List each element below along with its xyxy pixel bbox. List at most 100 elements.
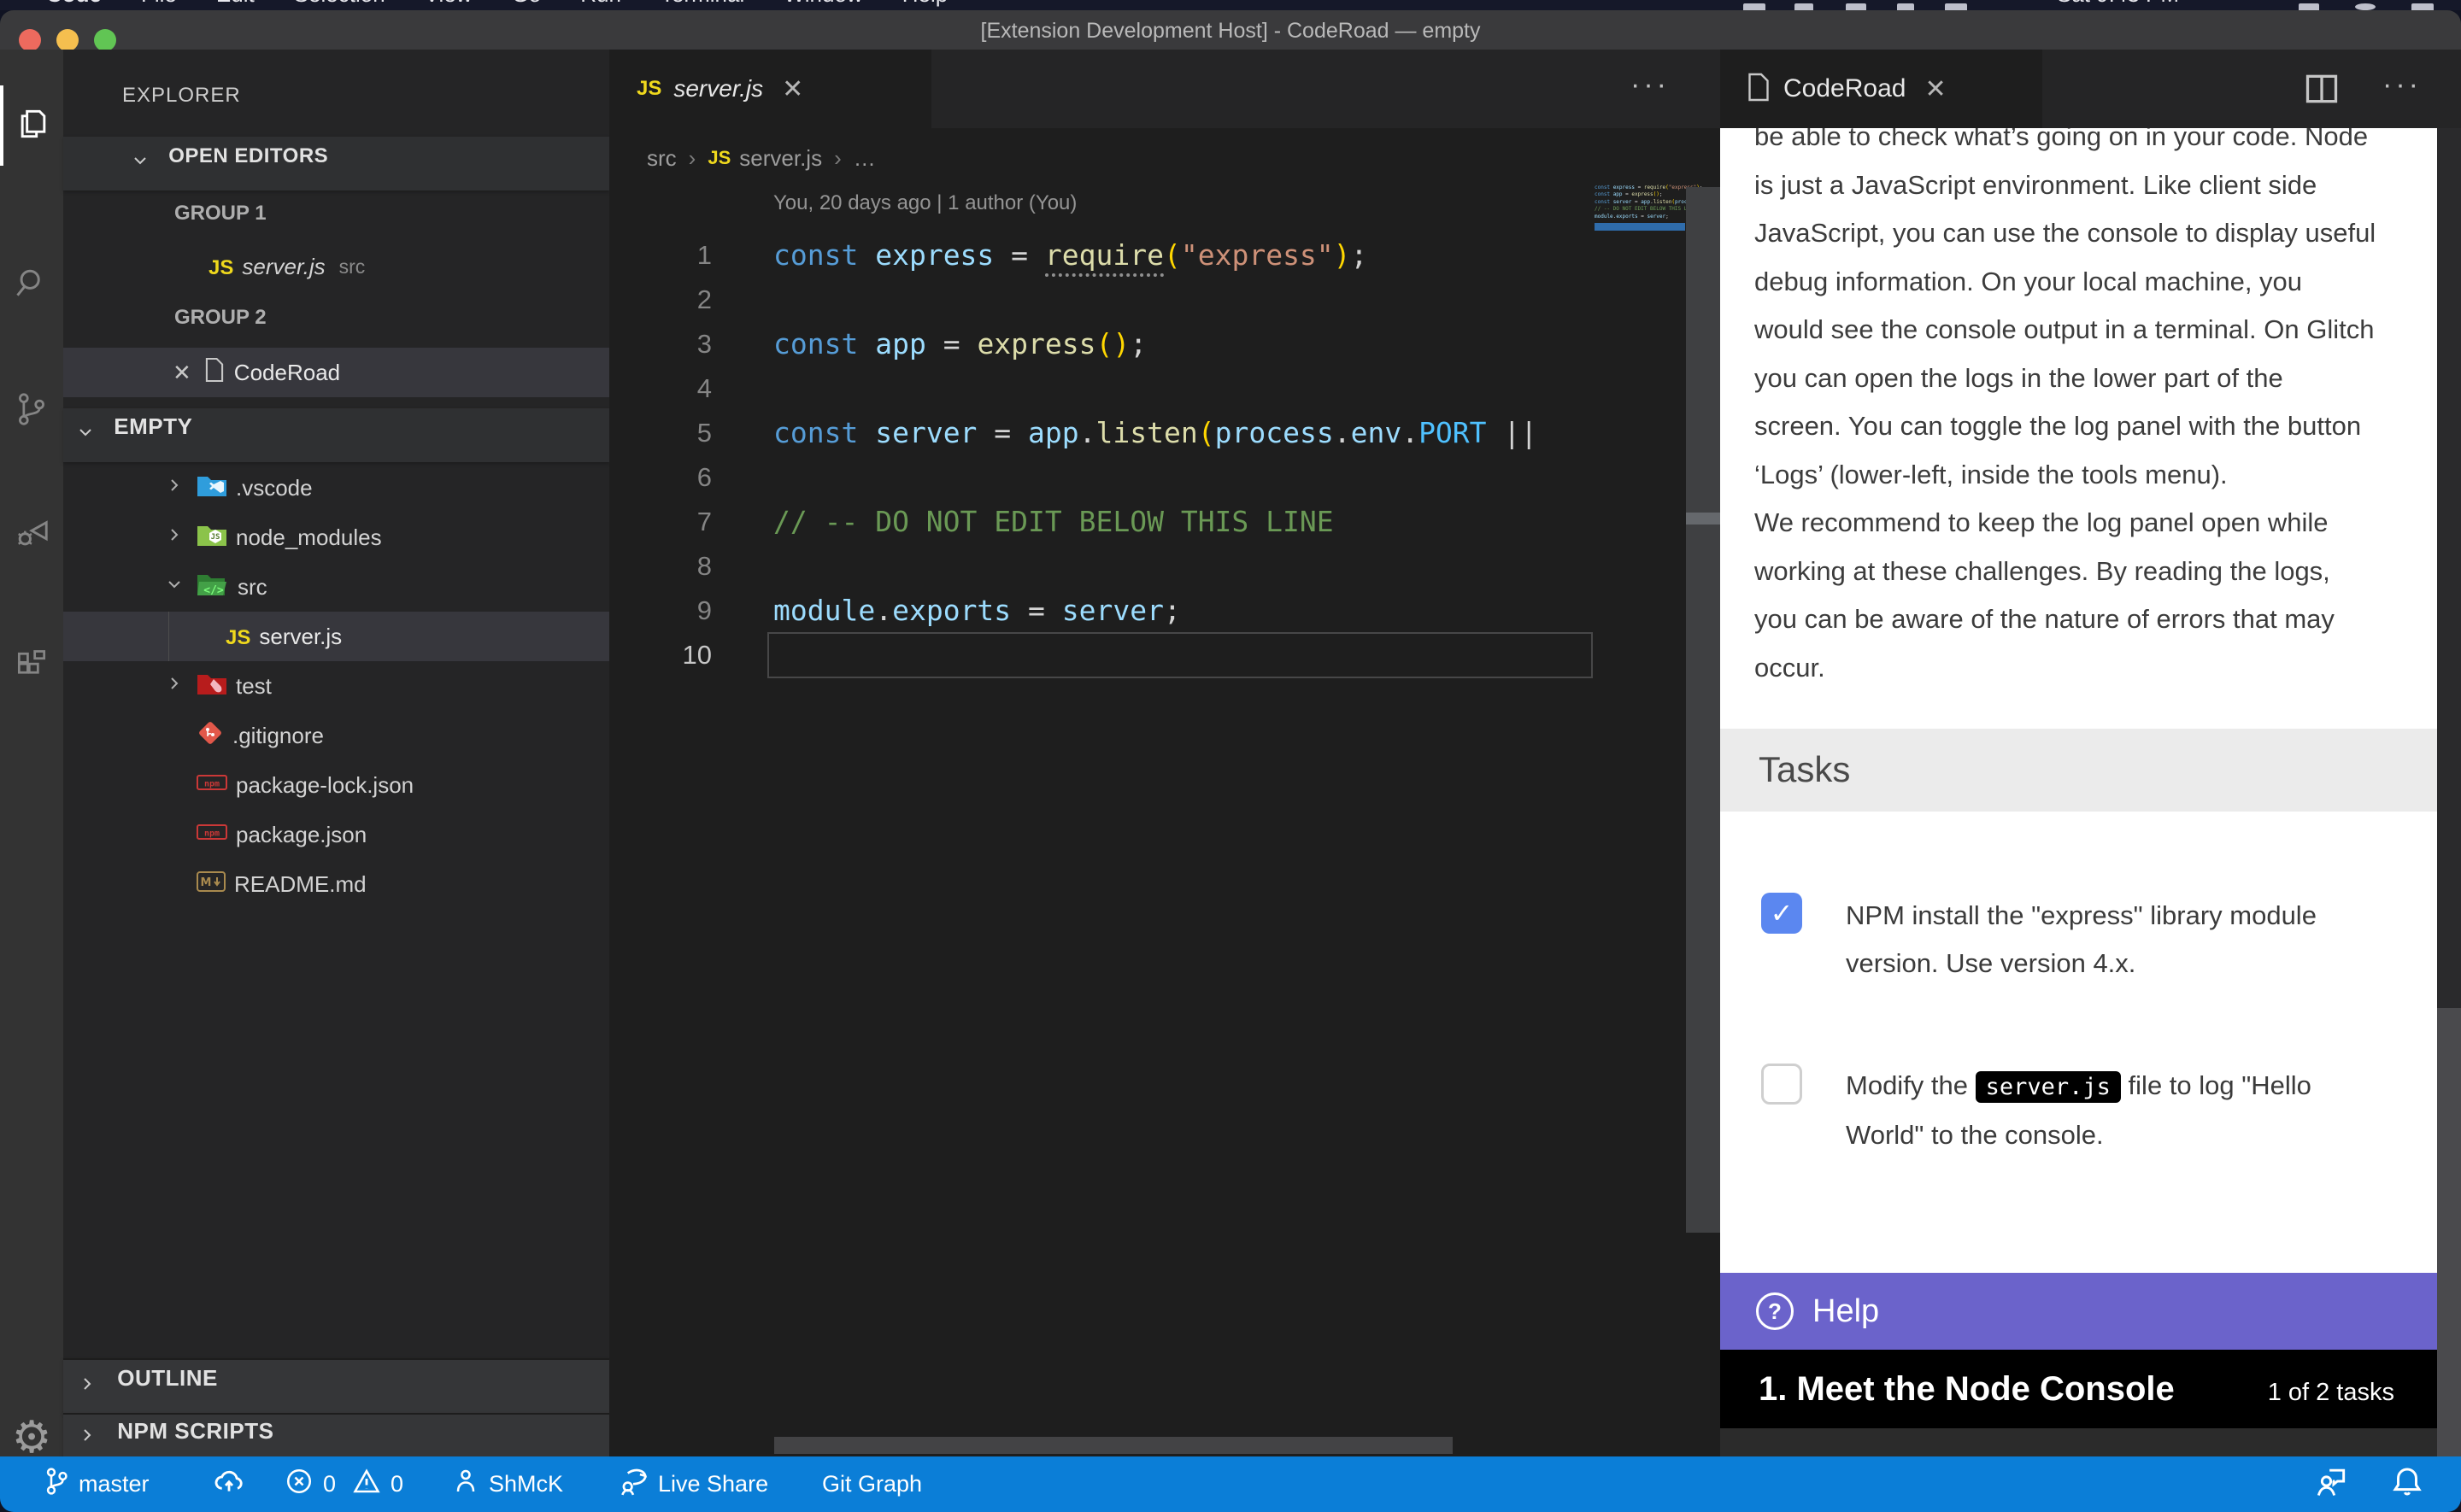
svg-text:M: M [201, 876, 212, 889]
svg-text:JS: JS [211, 533, 220, 542]
close-icon[interactable]: ✕ [775, 74, 810, 104]
npm-scripts-section-header[interactable]: NPM SCRIPTS [63, 1413, 609, 1458]
run-debug-activity-button[interactable] [0, 497, 63, 577]
minimap-line: const server = app.listen(process.env.PO… [1595, 199, 1689, 206]
menu-item-code[interactable]: Code [46, 0, 102, 7]
editor-horizontal-scrollbar[interactable] [774, 1437, 1453, 1454]
account-status-item[interactable]: ShMcK [451, 1456, 563, 1512]
menu-status-icon [1794, 3, 1813, 10]
menu-item-selection[interactable]: Selection [294, 0, 385, 7]
extensions-activity-button[interactable] [0, 627, 63, 707]
tab-coderoad[interactable]: CodeRoad ✕ [1720, 50, 2042, 128]
feedback-status-item[interactable] [2312, 1456, 2350, 1512]
open-editor-item-coderoad[interactable]: ✕ CodeRoad [63, 348, 609, 397]
breadcrumb[interactable]: src › JS server.js › … [647, 135, 876, 181]
menu-item-view[interactable]: View [425, 0, 473, 7]
status-bar: master 0 0 ShMcK Live Share Git Graph [0, 1456, 2461, 1512]
menu-status-icon [1897, 3, 1914, 10]
coderoad-panel: CodeRoad ✕ ··· be able to check what’s g… [1720, 50, 2461, 1456]
menu-item-go[interactable]: Go [512, 0, 542, 7]
js-icon: JS [637, 77, 661, 101]
warning-count: 0 [391, 1471, 403, 1497]
test-folder-icon [197, 671, 227, 696]
tree-item--gitignore[interactable]: .gitignore [63, 711, 609, 760]
notifications-status-item[interactable] [2389, 1456, 2425, 1512]
problems-status-item[interactable]: 0 0 [284, 1456, 403, 1512]
window-title: [Extension Development Host] - CodeRoad … [0, 10, 2461, 50]
close-icon[interactable]: ✕ [173, 360, 191, 386]
split-editor-icon[interactable] [2303, 70, 2341, 112]
help-bar[interactable]: ? Help [1720, 1273, 2437, 1350]
menu-item-help[interactable]: Help [902, 0, 948, 7]
menu-item-window[interactable]: Window [784, 0, 862, 7]
vscode-folder-icon [197, 472, 227, 498]
bell-icon [2389, 1463, 2425, 1505]
open-editors-header[interactable]: OPEN EDITORS [63, 137, 609, 190]
chevron-down-icon [164, 574, 185, 595]
tree-item-readme-md[interactable]: MREADME.md [63, 859, 609, 909]
tree-item--vscode[interactable]: .vscode [63, 463, 609, 513]
editor-group-2-label: GROUP 2 [174, 306, 267, 330]
minimap[interactable]: const express = require("express");const… [1595, 185, 1689, 231]
lesson-paragraph: be able to check what’s going on in your… [1754, 128, 2412, 692]
editor-vertical-scrollbar[interactable] [1686, 187, 1720, 1233]
menu-items[interactable]: Code File Edit Selection View Go Run Terminal Wi… [46, 0, 987, 10]
outline-section-header[interactable]: OUTLINE [63, 1358, 609, 1413]
chevron-down-icon [75, 422, 96, 448]
svg-text:npm: npm [204, 829, 220, 838]
folder-section-header[interactable]: EMPTY [63, 408, 609, 462]
tree-item-node-modules[interactable]: JSnode_modules [63, 513, 609, 562]
tab-label: server.js [673, 75, 763, 103]
close-icon[interactable]: ✕ [1918, 74, 1953, 104]
code-line-9: module.exports = server; [773, 589, 1181, 633]
webview-scrollbar-thumb[interactable] [2437, 1008, 2461, 1456]
task-checkbox-1[interactable]: ✓ [1761, 893, 1802, 934]
editor-actions-more-button[interactable]: ··· [1630, 68, 1670, 102]
panel-more-actions-button[interactable]: ··· [2382, 68, 2422, 102]
branch-status-item[interactable]: master [43, 1456, 150, 1512]
menu-item-file[interactable]: File [141, 0, 177, 7]
panel-tab-bar: CodeRoad ✕ ··· [1720, 50, 2461, 128]
menu-item-edit[interactable]: Edit [216, 0, 255, 7]
outline-label: OUTLINE [117, 1365, 218, 1391]
lesson-text-line: working at these challenges. By reading … [1754, 548, 2412, 596]
account-name: ShMcK [489, 1471, 563, 1497]
breadcrumb-folder[interactable]: src [647, 145, 677, 172]
source-control-activity-button[interactable] [0, 371, 63, 451]
menu-item-terminal[interactable]: Terminal [661, 0, 744, 7]
coderoad-webview: be able to check what’s going on in your… [1720, 128, 2437, 1456]
code-line-3: const app = express(); [773, 322, 1147, 366]
svg-text:</>: </> [203, 584, 224, 597]
sync-status-item[interactable] [212, 1456, 246, 1512]
search-activity-button[interactable] [0, 244, 63, 325]
tree-item-src[interactable]: </>src [63, 562, 609, 612]
explorer-activity-button[interactable] [0, 85, 63, 166]
git-graph-status-item[interactable]: Git Graph [822, 1456, 922, 1512]
task-checkbox-2[interactable] [1761, 1064, 1802, 1105]
line-number: 2 [609, 278, 712, 322]
chevron-right-icon [77, 1425, 97, 1451]
tree-item-test[interactable]: test [63, 661, 609, 711]
open-editors-label: OPEN EDITORS [168, 144, 328, 167]
tree-item-package-json[interactable]: npmpackage.json [63, 810, 609, 859]
menu-item-run[interactable]: Run [580, 0, 621, 7]
help-label: Help [1812, 1293, 1879, 1330]
menu-status-icon [1743, 3, 1765, 10]
error-count: 0 [323, 1471, 336, 1497]
breadcrumb-file[interactable]: server.js [739, 145, 822, 172]
spotlight-icon [2299, 3, 2319, 10]
tree-item-server-js[interactable]: JSserver.js [63, 612, 609, 661]
live-share-status-item[interactable]: Live Share [617, 1456, 768, 1512]
folder-section-label: EMPTY [114, 413, 192, 439]
tree-item-package-lock-json[interactable]: npmpackage-lock.json [63, 760, 609, 810]
lesson-text-line: screen. You can toggle the log panel wit… [1754, 402, 2412, 451]
codelens-annotation[interactable]: You, 20 days ago | 1 author (You) [773, 191, 1077, 215]
open-editor-item-serverjs[interactable]: JS server.jssrc [63, 242, 609, 291]
menu-status-icon [1846, 3, 1866, 10]
cloud-upload-icon [212, 1464, 246, 1504]
tab-server-js[interactable]: JS server.js ✕ [609, 50, 931, 128]
line-number: 1 [609, 233, 712, 278]
breadcrumb-tail[interactable]: … [854, 145, 876, 172]
webview-scrollbar-track[interactable] [2437, 128, 2461, 1008]
siri-icon [2355, 3, 2376, 10]
